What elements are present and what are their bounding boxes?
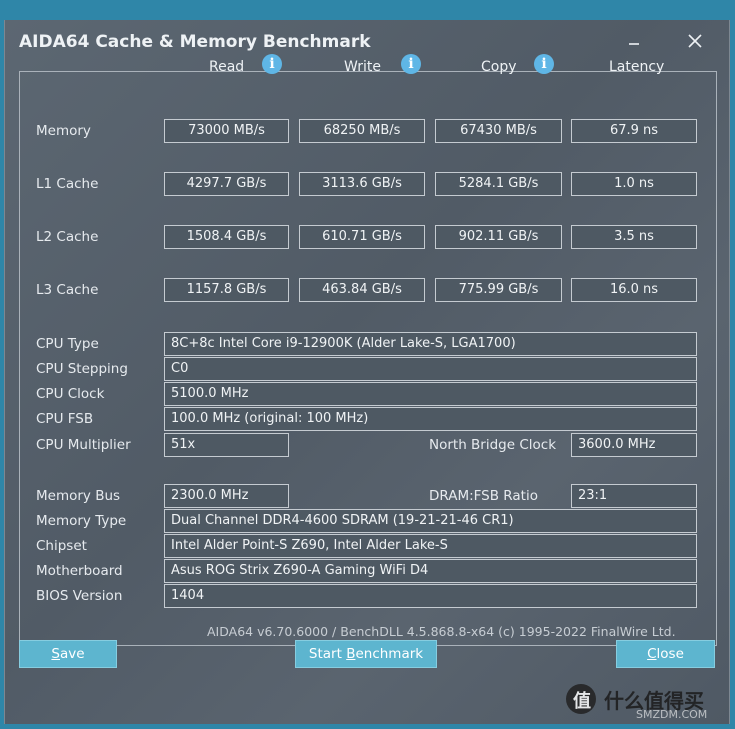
bios-version-label: BIOS Version — [36, 588, 123, 604]
close-label: lose — [656, 646, 684, 662]
start-benchmark-button[interactable]: Start Benchmark — [295, 640, 437, 668]
column-read: Read — [209, 59, 245, 75]
column-copy: Copy — [481, 59, 517, 75]
l3-latency-value: 16.0 ns — [571, 278, 697, 302]
l3-read-value: 1157.8 GB/s — [164, 278, 289, 302]
close-mnemonic: C — [647, 646, 657, 662]
close-window-button[interactable] — [680, 28, 710, 54]
start-label-post: enchmark — [355, 646, 424, 662]
memory-type-label: Memory Type — [36, 513, 127, 529]
l2-read-value: 1508.4 GB/s — [164, 225, 289, 249]
row-label-memory: Memory — [36, 123, 91, 139]
read-info-icon[interactable]: i — [262, 54, 282, 74]
copy-info-icon[interactable]: i — [534, 54, 554, 74]
dram-fsb-ratio-value: 23:1 — [571, 484, 697, 508]
l1-latency-value: 1.0 ns — [571, 172, 697, 196]
l2-latency-value: 3.5 ns — [571, 225, 697, 249]
version-footer: AIDA64 v6.70.6000 / BenchDLL 4.5.868.8-x… — [207, 624, 676, 639]
l2-write-value: 610.71 GB/s — [299, 225, 425, 249]
minimize-icon — [629, 43, 639, 45]
nb-clock-value: 3600.0 MHz — [571, 433, 697, 457]
cpu-fsb-label: CPU FSB — [36, 411, 94, 427]
l1-copy-value: 5284.1 GB/s — [435, 172, 562, 196]
row-label-l3: L3 Cache — [36, 282, 99, 298]
l1-write-value: 3113.6 GB/s — [299, 172, 425, 196]
l1-read-value: 4297.7 GB/s — [164, 172, 289, 196]
dram-fsb-ratio-label: DRAM:FSB Ratio — [429, 488, 538, 504]
cpu-stepping-value: C0 — [164, 357, 697, 381]
chipset-label: Chipset — [36, 538, 87, 554]
bios-version-value: 1404 — [164, 584, 697, 608]
l3-write-value: 463.84 GB/s — [299, 278, 425, 302]
close-button[interactable]: Close — [616, 640, 715, 668]
memory-latency-value: 67.9 ns — [571, 119, 697, 143]
start-label-pre: Start — [308, 646, 347, 662]
save-label: ave — [60, 646, 85, 662]
watermark-sub: SMZDM.COM — [636, 708, 708, 721]
l3-copy-value: 775.99 GB/s — [435, 278, 562, 302]
benchmark-window: AIDA64 Cache & Memory Benchmark Read i W… — [4, 20, 730, 724]
watermark-logo-icon: 值 — [566, 684, 596, 714]
memory-bus-label: Memory Bus — [36, 488, 121, 504]
cpu-stepping-label: CPU Stepping — [36, 361, 128, 377]
l2-copy-value: 902.11 GB/s — [435, 225, 562, 249]
cpu-multiplier-label: CPU Multiplier — [36, 437, 131, 453]
watermark: 值 什么值得买 SMZDM.COM — [566, 684, 735, 722]
cpu-multiplier-value: 51x — [164, 433, 289, 457]
write-info-icon[interactable]: i — [401, 54, 421, 74]
close-icon — [688, 34, 702, 48]
motherboard-value: Asus ROG Strix Z690-A Gaming WiFi D4 — [164, 559, 697, 583]
cpu-fsb-value: 100.0 MHz (original: 100 MHz) — [164, 407, 697, 431]
save-mnemonic: S — [51, 646, 60, 662]
cpu-clock-label: CPU Clock — [36, 386, 105, 402]
minimize-button[interactable] — [619, 28, 649, 54]
window-title: AIDA64 Cache & Memory Benchmark — [19, 32, 371, 52]
memory-write-value: 68250 MB/s — [299, 119, 425, 143]
nb-clock-label: North Bridge Clock — [429, 437, 557, 453]
memory-copy-value: 67430 MB/s — [435, 119, 562, 143]
column-latency: Latency — [609, 59, 665, 75]
save-button[interactable]: Save — [19, 640, 117, 668]
memory-read-value: 73000 MB/s — [164, 119, 289, 143]
cpu-clock-value: 5100.0 MHz — [164, 382, 697, 406]
memory-bus-value: 2300.0 MHz — [164, 484, 289, 508]
memory-type-value: Dual Channel DDR4-4600 SDRAM (19-21-21-4… — [164, 509, 697, 533]
row-label-l1: L1 Cache — [36, 176, 99, 192]
chipset-value: Intel Alder Point-S Z690, Intel Alder La… — [164, 534, 697, 558]
cpu-type-label: CPU Type — [36, 336, 99, 352]
cpu-type-value: 8C+8c Intel Core i9-12900K (Alder Lake-S… — [164, 332, 697, 356]
row-label-l2: L2 Cache — [36, 229, 99, 245]
column-write: Write — [344, 59, 381, 75]
motherboard-label: Motherboard — [36, 563, 123, 579]
